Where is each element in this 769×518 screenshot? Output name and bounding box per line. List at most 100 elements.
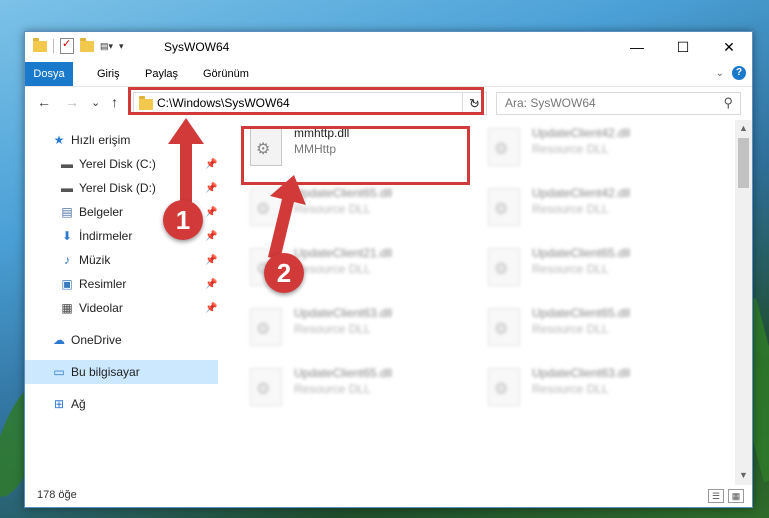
sidebar-item-label: Yerel Disk (D:) [79,181,156,195]
customize-toolbar-icon[interactable]: ▤▾ [100,41,113,52]
pin-icon: 📌 [205,254,218,266]
cloud-icon: ☁ [53,333,65,347]
file-description: Resource DLL [532,142,609,156]
dll-file-icon [488,128,520,166]
file-item[interactable]: UpdateClient63.dll Resource DLL [242,304,462,348]
chevron-down-icon[interactable]: ▾ [119,41,124,52]
computer-icon: ▭ [53,365,65,379]
pin-icon: 📌 [205,206,218,218]
tab-home[interactable]: Giriş [85,62,132,86]
quick-access-toolbar: ▤▾ ▾ [33,37,124,54]
file-item[interactable]: UpdateClient65.dll Resource DLL [480,304,700,348]
file-item[interactable]: UpdateClient42.dll Resource DLL [480,184,700,228]
search-placeholder: Ara: SysWOW64 [505,96,596,110]
sidebar-item-music[interactable]: ♪ Müzik 📌 [25,248,218,272]
sidebar-item-label: Bu bilgisayar [71,365,140,379]
file-item[interactable]: UpdateClient65.dll Resource DLL [242,364,462,408]
file-description: Resource DLL [532,382,609,396]
music-icon: ♪ [64,253,70,267]
scroll-down-icon[interactable]: ▼ [739,470,748,480]
callout-2: 2 [264,253,304,293]
up-button[interactable]: ↑ [111,94,118,110]
download-icon: ⬇ [61,229,73,243]
file-description: Resource DLL [532,262,609,276]
sidebar-item-label: İndirmeler [79,229,133,243]
tab-share[interactable]: Paylaş [133,62,190,86]
navigation-pane: ★ Hızlı erişim ▬ Yerel Disk (C:) 📌 ▬ Yer… [25,120,218,485]
file-name: UpdateClient42.dll [532,186,631,200]
sidebar-item-label: OneDrive [71,333,122,347]
sidebar-item-videos[interactable]: ▦ Videolar 📌 [25,296,218,320]
title-bar: ▤▾ ▾ SysWOW64 — ☐ ✕ [25,32,752,62]
dll-file-icon [250,188,282,226]
sidebar-item-onedrive[interactable]: ☁ OneDrive [25,328,218,352]
file-description: Resource DLL [532,202,609,216]
tab-file[interactable]: Dosya [25,62,73,86]
file-description: Resource DLL [294,382,371,396]
file-name: UpdateClient63.dll [294,306,393,320]
sidebar-item-label: Videolar [79,301,123,315]
sidebar-item-label: Belgeler [79,205,124,219]
folder-icon [33,37,47,52]
drive-icon: ▬ [61,181,73,195]
search-icon: ⚲ [723,95,733,110]
maximize-button[interactable]: ☐ [660,32,706,62]
file-item[interactable]: UpdateClient42.dll Resource DLL [480,124,700,168]
item-count: 178 öğe [37,489,77,501]
minimize-button[interactable]: — [614,32,660,62]
callout-1: 1 [163,200,203,240]
file-item[interactable]: UpdateClient63.dll Resource DLL [480,364,700,408]
pin-icon: 📌 [205,302,218,314]
back-button[interactable]: ← [37,94,51,110]
sidebar-item-local-disk-c[interactable]: ▬ Yerel Disk (C:) 📌 [25,152,218,176]
sidebar-item-local-disk-d[interactable]: ▬ Yerel Disk (D:) 📌 [25,176,218,200]
file-item[interactable]: UpdateClient65.dll Resource DLL [242,184,462,228]
file-name: UpdateClient65.dll [294,186,393,200]
large-icons-view-icon[interactable]: ▦ [728,489,744,503]
vertical-scrollbar[interactable]: ▲ ▼ [735,120,752,485]
toolbar-separator [53,39,54,53]
file-name: UpdateClient21.dll [294,246,393,260]
tab-view[interactable]: Görünüm [191,62,261,86]
video-icon: ▦ [61,301,73,315]
recent-locations-button[interactable]: ⌄ [91,96,100,109]
drive-icon: ▬ [61,157,73,171]
dll-file-icon [488,368,520,406]
dll-file-icon [488,188,520,226]
details-view-icon[interactable]: ☰ [708,489,724,503]
search-input[interactable]: Ara: SysWOW64 ⚲ [496,92,741,115]
help-icon[interactable]: ? [732,66,746,80]
scrollbar-thumb[interactable] [738,138,749,188]
sidebar-item-pictures[interactable]: ▣ Resimler 📌 [25,272,218,296]
file-item[interactable]: UpdateClient65.dll Resource DLL [480,244,700,288]
file-description: Resource DLL [294,262,371,276]
dll-file-icon [250,368,282,406]
chevron-down-icon[interactable]: ⌄ [716,68,724,79]
network-icon: ⊞ [53,397,65,411]
file-name: UpdateClient65.dll [532,306,631,320]
file-name: UpdateClient65.dll [294,366,393,380]
sidebar-item-label: Müzik [79,253,111,267]
status-bar: 178 öğe ☰ ▦ [25,485,752,507]
sidebar-item-network[interactable]: ⊞ Ağ [25,392,218,416]
star-icon: ★ [53,133,65,147]
dll-file-icon [488,248,520,286]
scroll-up-icon[interactable]: ▲ [739,123,748,133]
close-button[interactable]: ✕ [706,32,752,62]
new-folder-icon[interactable] [80,37,94,52]
file-description: Resource DLL [532,322,609,336]
forward-button[interactable]: → [65,94,79,110]
pin-icon: 📌 [205,182,218,194]
ribbon-tabs: Dosya Giriş Paylaş Görünüm ⌄ ? [25,62,752,87]
sidebar-item-label: Resimler [79,277,127,291]
dll-file-icon [250,308,282,346]
sidebar-item-quick-access[interactable]: ★ Hızlı erişim [25,128,218,152]
window-title: SysWOW64 [164,40,230,54]
document-icon: ▤ [61,205,73,219]
properties-icon[interactable] [60,37,74,54]
address-highlight-box [128,87,484,115]
file-name: UpdateClient65.dll [532,246,631,260]
pin-icon: 📌 [205,278,218,290]
file-description: Resource DLL [294,322,371,336]
sidebar-item-this-pc[interactable]: ▭ Bu bilgisayar [25,360,218,384]
